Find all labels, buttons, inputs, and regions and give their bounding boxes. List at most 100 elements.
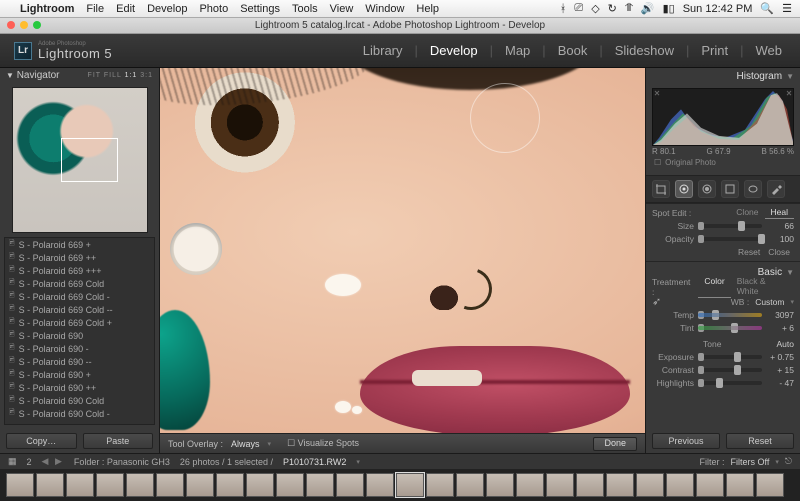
clock[interactable]: Sun 12:42 PM [683,3,753,15]
tool-overlay-value[interactable]: Always [231,439,260,449]
battery-icon[interactable]: ▮▯ [663,2,675,15]
contrast-slider[interactable] [698,368,762,372]
filmstrip-thumb[interactable] [426,473,454,497]
temp-value[interactable]: 3097 [766,310,794,320]
filmstrip-thumb[interactable] [696,473,724,497]
preset-item[interactable]: S - Polaroid 669 ++ [5,251,154,264]
exposure-value[interactable]: + 0.75 [766,352,794,362]
dropbox-icon[interactable]: ◇ [591,2,599,15]
chevron-down-icon[interactable]: ▾ [790,298,794,306]
size-value[interactable]: 66 [766,221,794,231]
notification-center-icon[interactable]: ☰ [782,2,792,15]
bluetooth-icon[interactable]: ᚼ [560,3,567,15]
filmstrip-thumb[interactable] [156,473,184,497]
preset-item[interactable]: S - Polaroid 669 Cold - [5,290,154,303]
preset-item[interactable]: S - Polaroid 690 Cold [5,394,154,407]
menu-view[interactable]: View [330,3,354,15]
preset-item[interactable]: S - Polaroid 669 Cold + [5,316,154,329]
heal-spot-icon[interactable] [352,406,362,414]
histogram[interactable]: R 80.1 G 67.9 B 56.6 % ☐Original Photo [646,84,800,175]
filmstrip-thumb[interactable] [756,473,784,497]
filmstrip-thumb[interactable] [366,473,394,497]
filmstrip-thumb[interactable] [726,473,754,497]
window-close-button[interactable] [7,21,15,29]
reset-button[interactable]: Reset [726,433,794,449]
filmstrip-thumb[interactable] [276,473,304,497]
menu-app[interactable]: Lightroom [20,3,74,15]
redeye-tool-icon[interactable] [698,180,716,198]
filmstrip-thumb[interactable] [66,473,94,497]
filmstrip-thumb[interactable] [606,473,634,497]
filmstrip-thumb[interactable] [96,473,124,497]
filmstrip-thumb[interactable] [6,473,34,497]
heal-mode[interactable]: Heal [765,206,794,219]
menu-photo[interactable]: Photo [199,3,228,15]
opacity-value[interactable]: 100 [766,234,794,244]
filter-mode[interactable]: Filters Off [731,457,770,467]
navigator-modes[interactable]: FIT FILL 1:1 3:1 [88,72,153,79]
clone-mode[interactable]: Clone [730,206,764,219]
module-library[interactable]: Library [359,43,407,58]
menu-help[interactable]: Help [416,3,439,15]
filmstrip[interactable] [0,469,800,501]
chevron-down-icon[interactable]: ▾ [268,440,272,448]
preset-item[interactable]: S - Polaroid 669 + [5,238,154,251]
filter-lock-icon[interactable]: ⎋ [785,456,792,467]
filmstrip-thumb[interactable] [516,473,544,497]
filmstrip-thumb[interactable] [216,473,244,497]
filmstrip-thumb[interactable] [126,473,154,497]
menu-window[interactable]: Window [365,3,404,15]
filmstrip-thumb[interactable] [666,473,694,497]
preset-item[interactable]: S - Polaroid 690 -- [5,355,154,368]
adjustment-brush-tool-icon[interactable] [767,180,785,198]
chevron-down-icon[interactable]: ▾ [356,458,360,466]
heal-spot-icon[interactable] [335,401,351,413]
treatment-bw[interactable]: Black & White [731,275,794,298]
filmstrip-thumb[interactable] [36,473,64,497]
preset-list[interactable]: S - Polaroid 669 + S - Polaroid 669 ++ S… [4,237,155,425]
spot-close-link[interactable]: Close [768,247,790,257]
filmstrip-thumb[interactable] [246,473,274,497]
preset-item[interactable]: S - Polaroid 690 ++ [5,381,154,394]
filmstrip-thumb[interactable] [456,473,484,497]
radial-filter-tool-icon[interactable] [744,180,762,198]
tint-value[interactable]: + 6 [766,323,794,333]
treatment-color[interactable]: Color [698,275,730,298]
menu-develop[interactable]: Develop [147,3,187,15]
status-folder[interactable]: Folder : Panasonic GH3 [74,457,170,467]
paste-button[interactable]: Paste [83,433,154,449]
spotlight-icon[interactable]: 🔍 [760,2,774,15]
highlights-value[interactable]: - 47 [766,378,794,388]
timemachine-icon[interactable]: ↻ [608,2,617,15]
size-slider[interactable] [698,224,762,228]
filmstrip-thumb[interactable] [636,473,664,497]
spot-reset-link[interactable]: Reset [738,247,760,257]
graduated-filter-tool-icon[interactable] [721,180,739,198]
checkbox-icon[interactable]: ☐ [654,158,661,167]
tint-slider[interactable] [698,326,762,330]
image-canvas[interactable] [160,68,645,433]
filmstrip-thumb[interactable] [546,473,574,497]
done-button[interactable]: Done [593,437,637,451]
preset-item[interactable]: S - Polaroid 690 [5,329,154,342]
filmstrip-thumb[interactable] [486,473,514,497]
navigator-preview[interactable] [12,87,148,233]
module-develop[interactable]: Develop [426,43,482,58]
preset-item[interactable]: S - Polaroid 669 Cold -- [5,303,154,316]
menu-settings[interactable]: Settings [240,3,280,15]
filmstrip-thumb[interactable] [396,473,424,497]
window-zoom-button[interactable] [33,21,41,29]
triangle-down-icon[interactable]: ▼ [6,71,14,80]
eyedropper-icon[interactable]: ➶ [652,295,661,308]
preset-item[interactable]: S - Polaroid 690 - [5,342,154,355]
auto-tone-button[interactable]: Auto [777,339,795,349]
copy-button[interactable]: Copy… [6,433,77,449]
heal-spot-icon[interactable] [325,274,361,296]
secondary-display-icon[interactable]: 2 [27,457,32,467]
previous-button[interactable]: Previous [652,433,720,449]
temp-slider[interactable] [698,313,762,317]
filmstrip-thumb[interactable] [576,473,604,497]
wifi-icon[interactable]: ⥣ [625,2,633,15]
module-slideshow[interactable]: Slideshow [611,43,678,58]
volume-icon[interactable]: 🔊 [641,2,655,15]
